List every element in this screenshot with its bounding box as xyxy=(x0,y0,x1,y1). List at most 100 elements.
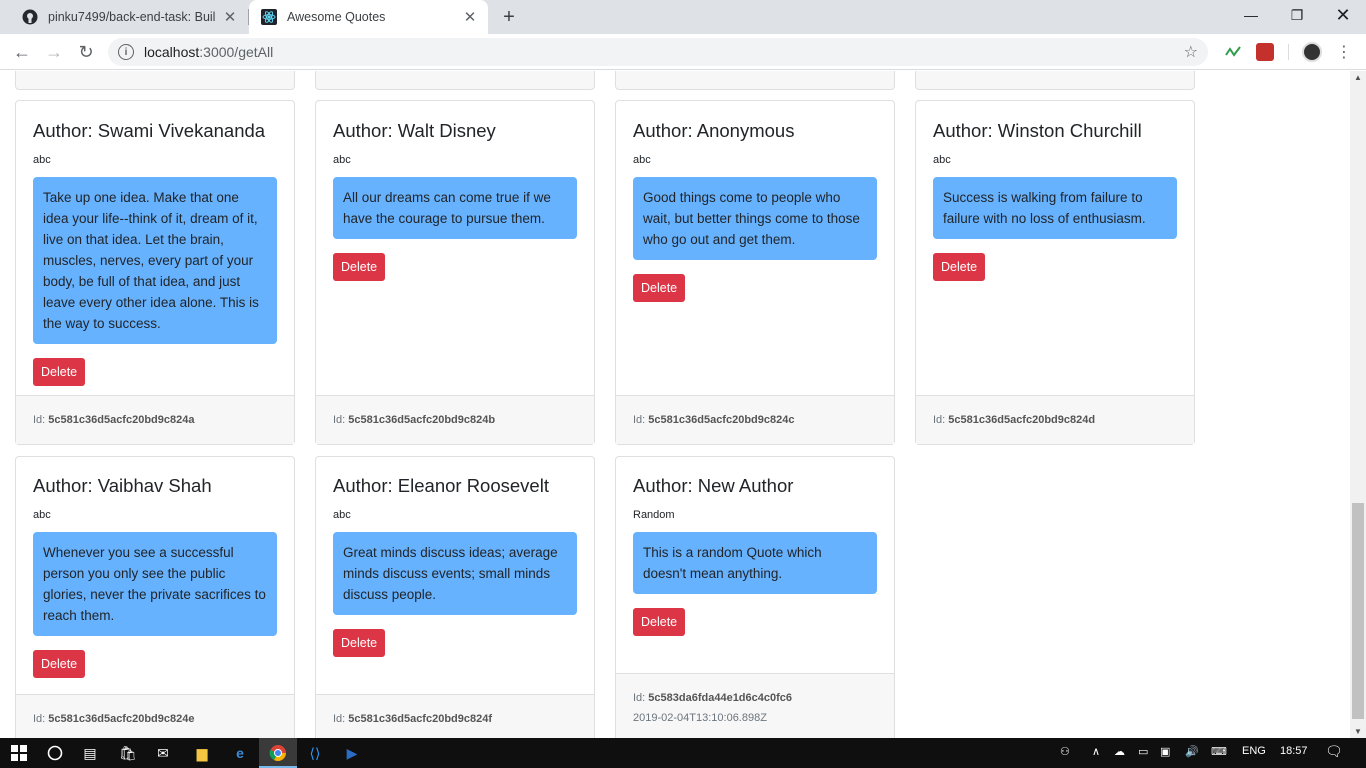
volume-icon[interactable]: 🔊 xyxy=(1185,745,1199,758)
scroll-down-arrow-icon[interactable]: ▼ xyxy=(1354,727,1362,736)
card-footer: Id: 5c581c36d5acfc20bd9c824f xyxy=(316,694,594,738)
page-viewport: Author: Swami Vivekananda abc Take up on… xyxy=(0,71,1350,738)
react-icon xyxy=(261,9,277,25)
language-indicator[interactable]: ENG xyxy=(1242,745,1266,757)
mail-icon[interactable]: ✉ xyxy=(153,743,173,763)
close-icon[interactable]: ✕ xyxy=(462,9,478,26)
delete-button[interactable]: Delete xyxy=(933,253,986,281)
action-center-icon[interactable]: 🗨 xyxy=(1325,743,1343,760)
card-quote: Good things come to people who wait, but… xyxy=(633,177,877,260)
restore-button[interactable]: ❐ xyxy=(1274,0,1320,30)
store-icon[interactable]: 🛍 xyxy=(118,743,138,763)
edge-icon[interactable]: e xyxy=(230,743,250,763)
github-icon xyxy=(22,9,38,25)
card-footer: Id: 5c581c36d5acfc20bd9c824b xyxy=(316,395,594,444)
battery-icon[interactable]: ▭ xyxy=(1138,745,1148,758)
card-quote: Take up one idea. Make that one idea you… xyxy=(33,177,277,344)
window-close-button[interactable]: ✕ xyxy=(1320,0,1366,30)
card-quote: All our dreams can come true if we have … xyxy=(333,177,577,239)
card-id: 5c581c36d5acfc20bd9c824c xyxy=(648,414,795,426)
card-category: abc xyxy=(33,154,51,166)
id-label: Id: xyxy=(633,414,646,426)
chrome-icon[interactable] xyxy=(268,743,288,763)
new-tab-button[interactable]: + xyxy=(498,6,520,28)
card-footer: Id: 5c581c36d5acfc20bd9c824e xyxy=(16,694,294,738)
card-footer-partial xyxy=(915,71,1195,90)
quote-card: Author: Vaibhav Shah abc Whenever you se… xyxy=(15,456,295,738)
card-quote: Great minds discuss ideas; average minds… xyxy=(333,532,577,615)
delete-button[interactable]: Delete xyxy=(633,608,686,636)
tab-strip: pinku7499/back-end-task: Build ✕ Awesome… xyxy=(0,0,1366,34)
cortana-search-icon[interactable] xyxy=(45,743,65,763)
card-author: Author: Vaibhav Shah xyxy=(33,475,212,496)
card-category: Random xyxy=(633,509,675,521)
card-id: 5c581c36d5acfc20bd9c824d xyxy=(948,414,1096,426)
delete-button[interactable]: Delete xyxy=(33,650,86,678)
network-icon[interactable]: ▣ xyxy=(1160,745,1170,758)
scroll-up-arrow-icon[interactable]: ▲ xyxy=(1354,73,1362,82)
file-explorer-icon[interactable]: ▆ xyxy=(192,743,212,763)
close-icon[interactable]: ✕ xyxy=(222,9,238,26)
card-id: 5c581c36d5acfc20bd9c824b xyxy=(348,414,496,426)
card-author: Author: Anonymous xyxy=(633,120,795,141)
task-view-icon[interactable]: ▤ xyxy=(80,743,100,763)
card-author: Author: Walt Disney xyxy=(333,120,496,141)
delete-button[interactable]: Delete xyxy=(333,253,386,281)
id-label: Id: xyxy=(633,692,646,704)
onedrive-icon[interactable]: ☁ xyxy=(1114,745,1125,758)
card-footer: Id: 5c581c36d5acfc20bd9c824d xyxy=(916,395,1194,444)
windows-start-icon[interactable] xyxy=(9,743,29,763)
keyboard-icon[interactable]: ⌨ xyxy=(1211,745,1227,758)
profile-avatar[interactable] xyxy=(1302,42,1322,62)
minimize-button[interactable]: — xyxy=(1228,0,1274,30)
extension-icon[interactable] xyxy=(1224,43,1242,61)
delete-button[interactable]: Delete xyxy=(333,629,386,657)
bookmark-star-icon[interactable]: ☆ xyxy=(1184,42,1198,62)
tray-chevron-up-icon[interactable]: ∧ xyxy=(1092,745,1100,758)
card-author: Author: Eleanor Roosevelt xyxy=(333,475,549,496)
card-author: Author: New Author xyxy=(633,475,794,496)
browser-menu-icon[interactable]: ⋮ xyxy=(1336,42,1352,62)
id-label: Id: xyxy=(933,414,946,426)
card-date: 2019-02-04T13:10:06.898Z xyxy=(633,712,767,724)
windows-taskbar: ▤ 🛍 ✉ ▆ e ⟨⟩ ▶ ⚇ ∧ ☁ ▭ ▣ 🔊 ⌨ ENG 18:57 🗨 xyxy=(0,738,1366,768)
extension-icon[interactable] xyxy=(1256,43,1274,61)
card-category: abc xyxy=(333,509,351,521)
address-bar[interactable]: i localhost:3000/getAll ☆ xyxy=(108,38,1208,66)
toolbar-separator xyxy=(1288,44,1289,60)
card-id: 5c583da6fda44e1d6c4c0fc6 xyxy=(648,692,793,704)
tab-github[interactable]: pinku7499/back-end-task: Build ✕ xyxy=(10,0,248,34)
card-quote: Whenever you see a successful person you… xyxy=(33,532,277,636)
card-id: 5c581c36d5acfc20bd9c824a xyxy=(48,414,195,426)
quote-card: Author: New Author Random This is a rand… xyxy=(615,456,895,738)
delete-button[interactable]: Delete xyxy=(33,358,86,386)
card-footer: Id: 5c581c36d5acfc20bd9c824c xyxy=(616,395,894,444)
browser-toolbar: ← → ↻ i localhost:3000/getAll ☆ ⋮ xyxy=(0,34,1366,70)
card-category: abc xyxy=(633,154,651,166)
info-icon[interactable]: i xyxy=(118,44,134,60)
scrollbar-thumb[interactable] xyxy=(1352,503,1364,719)
tab-awesome-quotes[interactable]: Awesome Quotes ✕ xyxy=(249,0,488,34)
powershell-icon[interactable]: ▶ xyxy=(342,743,362,763)
tab-title: Awesome Quotes xyxy=(287,10,386,24)
delete-button[interactable]: Delete xyxy=(633,274,686,302)
forward-button[interactable]: → xyxy=(40,38,68,66)
card-footer-partial xyxy=(15,71,295,90)
card-author: Author: Swami Vivekananda xyxy=(33,120,266,141)
clock[interactable]: 18:57 xyxy=(1280,745,1308,757)
url-path: :3000/getAll xyxy=(199,44,274,60)
vscode-icon[interactable]: ⟨⟩ xyxy=(305,743,325,763)
card-footer: Id: 5c583da6fda44e1d6c4c0fc6 2019-02-04T… xyxy=(616,673,894,738)
quote-card: Author: Winston Churchill abc Success is… xyxy=(915,100,1195,445)
reload-button[interactable]: ↻ xyxy=(72,38,100,66)
back-button[interactable]: ← xyxy=(8,38,36,66)
page-scrollbar[interactable]: ▲ ▼ xyxy=(1350,71,1366,738)
quote-card: Author: Walt Disney abc All our dreams c… xyxy=(315,100,595,445)
card-footer-partial xyxy=(615,71,895,90)
card-quote: This is a random Quote which doesn't mea… xyxy=(633,532,877,594)
card-footer-partial xyxy=(315,71,595,90)
id-label: Id: xyxy=(333,414,346,426)
card-id: 5c581c36d5acfc20bd9c824f xyxy=(348,713,493,725)
id-label: Id: xyxy=(333,713,346,725)
people-icon[interactable]: ⚇ xyxy=(1060,745,1070,758)
